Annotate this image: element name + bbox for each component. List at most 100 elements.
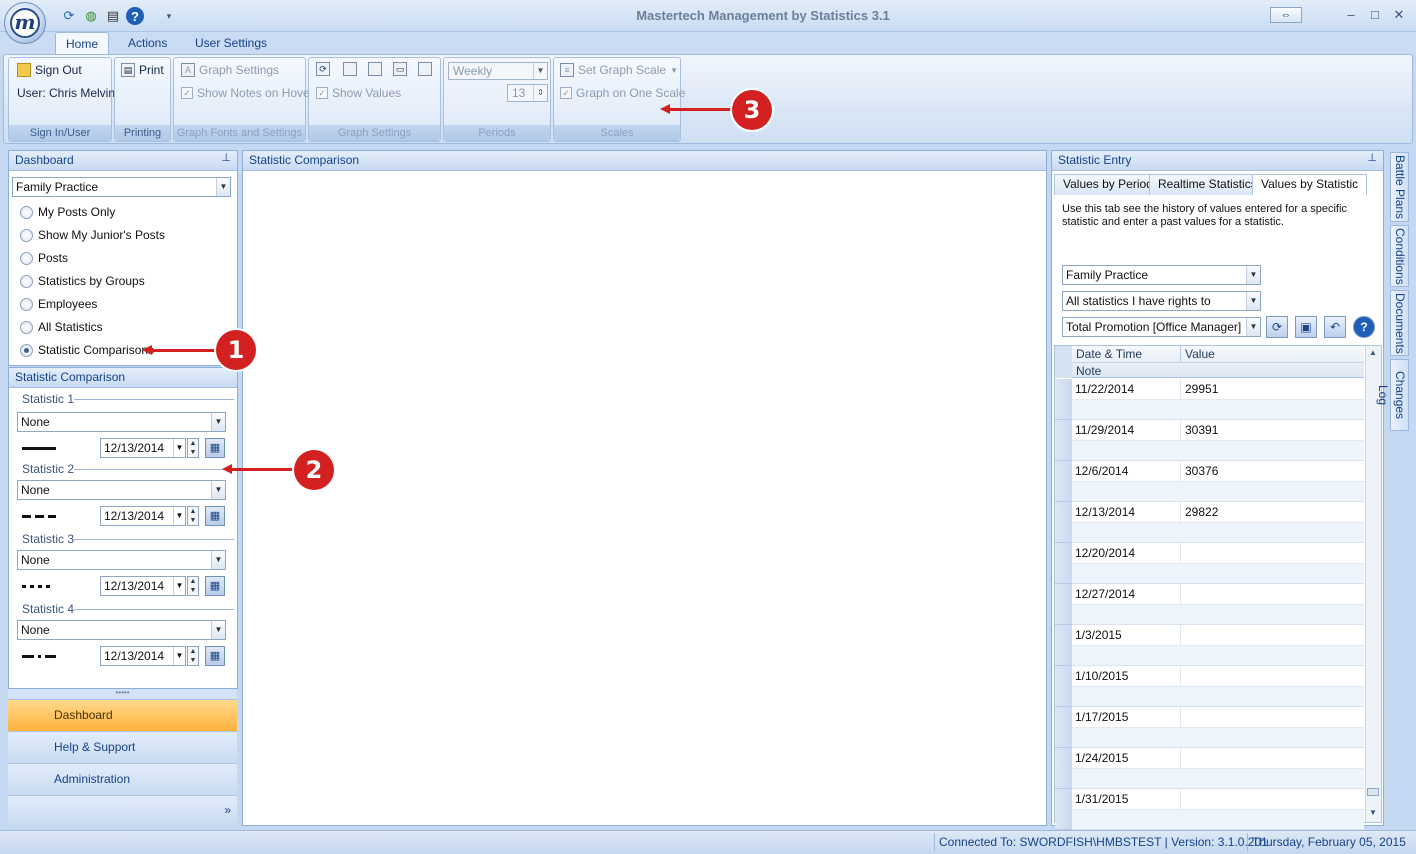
- row-note[interactable]: [1072, 810, 1364, 830]
- row-note[interactable]: [1072, 605, 1364, 625]
- graph-settings-button[interactable]: A Graph Settings: [181, 63, 279, 77]
- refresh-graph-icon[interactable]: ⟳: [316, 62, 330, 76]
- graph-on-one-scale-checkbox[interactable]: ✓ Graph on One Scale: [560, 86, 685, 100]
- column-note[interactable]: Note: [1076, 364, 1101, 378]
- nav-dashboard[interactable]: Dashboard: [8, 699, 237, 731]
- table-row[interactable]: 1/24/2015: [1055, 748, 1364, 789]
- grid-scrollbar[interactable]: [1365, 346, 1381, 822]
- row-note[interactable]: [1072, 646, 1364, 666]
- row-selector[interactable]: [1055, 584, 1072, 625]
- row-value[interactable]: 29822: [1185, 505, 1218, 519]
- tab-values-by-period[interactable]: Values by Period: [1054, 174, 1162, 195]
- radio-my-posts-only[interactable]: My Posts Only: [20, 205, 115, 219]
- scroll-down-icon[interactable]: ▼: [1365, 808, 1381, 820]
- row-selector[interactable]: [1055, 789, 1072, 830]
- row-selector[interactable]: [1055, 707, 1072, 748]
- page-landscape-icon[interactable]: [368, 62, 382, 76]
- radio-juniors-posts[interactable]: Show My Junior's Posts: [20, 228, 165, 242]
- row-selector[interactable]: [1055, 748, 1072, 789]
- row-selector[interactable]: [1055, 666, 1072, 707]
- nav-overflow[interactable]: »: [8, 795, 237, 825]
- page-margins-icon[interactable]: [418, 62, 432, 76]
- nav-help-support[interactable]: Help & Support: [8, 731, 237, 763]
- statistic-4-calendar-button[interactable]: ▦: [205, 646, 225, 666]
- radio-statistics-by-groups[interactable]: Statistics by Groups: [20, 274, 145, 288]
- page-icon[interactable]: [343, 62, 357, 76]
- radio-employees[interactable]: Employees: [20, 297, 97, 311]
- radio-all-statistics[interactable]: All Statistics: [20, 320, 103, 334]
- side-tab-conditions[interactable]: Conditions: [1390, 225, 1409, 287]
- row-note[interactable]: [1072, 482, 1364, 502]
- side-tab-changes-log[interactable]: Changes Log: [1376, 359, 1409, 431]
- row-note[interactable]: [1072, 523, 1364, 543]
- statistic-3-calendar-button[interactable]: ▦: [205, 576, 225, 596]
- period-count-stepper[interactable]: 13 ⇕: [507, 84, 548, 102]
- splitter-handle[interactable]: •••••: [8, 689, 237, 699]
- table-row[interactable]: 11/22/2014 29951: [1055, 379, 1364, 420]
- print-button[interactable]: ▤ Print: [121, 63, 164, 77]
- statistic-1-select[interactable]: None ▼: [17, 412, 226, 432]
- entry-group-select[interactable]: Family Practice ▼: [1062, 265, 1261, 285]
- row-selector[interactable]: [1055, 379, 1072, 420]
- maximize-button[interactable]: □: [1364, 6, 1386, 24]
- table-row[interactable]: 1/17/2015: [1055, 707, 1364, 748]
- statistic-4-spin[interactable]: ▲ ▼: [187, 646, 199, 666]
- statistic-2-calendar-button[interactable]: ▦: [205, 506, 225, 526]
- nav-administration[interactable]: Administration: [8, 763, 237, 795]
- minimize-button[interactable]: –: [1340, 6, 1362, 24]
- table-row[interactable]: 11/29/2014 30391: [1055, 420, 1364, 461]
- dashboard-select[interactable]: Family Practice ▼: [12, 177, 231, 197]
- row-note[interactable]: [1072, 564, 1364, 584]
- tab-realtime-statistics[interactable]: Realtime Statistics: [1149, 174, 1266, 195]
- statistic-4-date[interactable]: 12/13/2014 ▼: [100, 646, 186, 666]
- table-row[interactable]: 12/27/2014: [1055, 584, 1364, 625]
- restore-size-icon[interactable]: ⇔: [1270, 7, 1302, 23]
- statistic-3-date[interactable]: 12/13/2014 ▼: [100, 576, 186, 596]
- tab-user-settings[interactable]: User Settings: [185, 32, 277, 55]
- refresh-button[interactable]: ⟳: [1266, 316, 1288, 338]
- table-row[interactable]: 1/31/2015: [1055, 789, 1364, 830]
- statistic-4-select[interactable]: None ▼: [17, 620, 226, 640]
- sign-out-button[interactable]: Sign Out: [17, 63, 82, 77]
- table-row[interactable]: 1/10/2015: [1055, 666, 1364, 707]
- row-selector[interactable]: [1055, 502, 1072, 543]
- row-value[interactable]: 29951: [1185, 382, 1218, 396]
- help-button[interactable]: ?: [1353, 316, 1375, 338]
- table-row[interactable]: 12/20/2014: [1055, 543, 1364, 584]
- tab-actions[interactable]: Actions: [118, 32, 177, 55]
- page-split-icon[interactable]: ▭: [393, 62, 407, 76]
- row-selector[interactable]: [1055, 543, 1072, 584]
- column-value[interactable]: Value: [1185, 347, 1215, 361]
- table-row[interactable]: 12/6/2014 30376: [1055, 461, 1364, 502]
- table-row[interactable]: 12/13/2014 29822: [1055, 502, 1364, 543]
- row-value[interactable]: 30376: [1185, 464, 1218, 478]
- close-button[interactable]: ✕: [1388, 6, 1410, 24]
- statistic-2-select[interactable]: None ▼: [17, 480, 226, 500]
- statistic-2-spin[interactable]: ▲ ▼: [187, 506, 199, 526]
- entry-scope-select[interactable]: All statistics I have rights to ▼: [1062, 291, 1261, 311]
- entry-statistic-select[interactable]: Total Promotion [Office Manager] ▼: [1062, 317, 1261, 337]
- side-tab-documents[interactable]: Documents: [1390, 290, 1409, 356]
- set-graph-scale-button[interactable]: ≡ Set Graph Scale ▼: [560, 63, 678, 77]
- show-notes-checkbox[interactable]: ✓ Show Notes on Hover: [181, 86, 314, 100]
- row-note[interactable]: [1072, 400, 1364, 420]
- scroll-thumb[interactable]: [1367, 788, 1379, 796]
- row-note[interactable]: [1072, 441, 1364, 461]
- side-tab-battle-plans[interactable]: Battle Plans: [1390, 152, 1409, 222]
- row-selector[interactable]: [1055, 461, 1072, 502]
- period-select[interactable]: Weekly ▼: [448, 62, 548, 80]
- row-selector[interactable]: [1055, 420, 1072, 461]
- radio-posts[interactable]: Posts: [20, 251, 68, 265]
- table-row[interactable]: 1/3/2015: [1055, 625, 1364, 666]
- row-note[interactable]: [1072, 728, 1364, 748]
- row-value[interactable]: 30391: [1185, 423, 1218, 437]
- app-menu-button[interactable]: m: [4, 2, 46, 44]
- show-values-checkbox[interactable]: ✓ Show Values: [316, 86, 401, 100]
- pin-icon[interactable]: ⊥: [221, 151, 231, 164]
- statistic-3-select[interactable]: None ▼: [17, 550, 226, 570]
- statistic-1-calendar-button[interactable]: ▦: [205, 438, 225, 458]
- save-button[interactable]: ▣: [1295, 316, 1317, 338]
- tab-values-by-statistic[interactable]: Values by Statistic: [1252, 174, 1368, 195]
- statistic-3-spin[interactable]: ▲ ▼: [187, 576, 199, 596]
- tab-home[interactable]: Home: [55, 32, 109, 55]
